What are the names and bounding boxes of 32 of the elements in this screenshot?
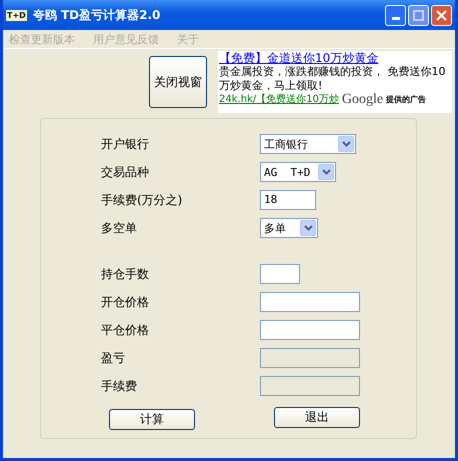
action-button[interactable]: 退出 bbox=[274, 407, 360, 428]
close-icon bbox=[436, 10, 447, 20]
close-button[interactable] bbox=[431, 4, 452, 26]
field-label: 开仓价格 bbox=[101, 294, 150, 310]
input-field[interactable]: 18 bbox=[260, 190, 316, 210]
field-label: 开户银行 bbox=[101, 136, 150, 152]
ad-link[interactable]: 【免费】金道送你10万炒黄金 bbox=[219, 51, 451, 65]
google-logo: Google bbox=[342, 93, 384, 107]
close-view-button[interactable]: 关闭视窗 bbox=[149, 56, 207, 108]
dropdown[interactable]: 多单 bbox=[260, 218, 318, 238]
field-label: 交易品种 bbox=[101, 164, 150, 180]
minimize-button[interactable] bbox=[385, 4, 406, 26]
field-label: 多空单 bbox=[101, 220, 138, 236]
ad-note: 提供的广告 bbox=[386, 94, 426, 106]
field-label: 持仓手数 bbox=[101, 266, 150, 282]
app-icon: T+D bbox=[6, 10, 27, 20]
ad-text: 贵金属投资，涨跌都赚钱的投资， 免费送你10万炒黄金，马上领取! bbox=[219, 65, 446, 93]
maximize-button[interactable] bbox=[408, 4, 429, 26]
maximize-icon bbox=[413, 10, 424, 20]
ad-url-link[interactable]: 24k.hk/【免费送你10万炒 bbox=[219, 93, 339, 107]
input-field[interactable] bbox=[260, 320, 360, 340]
input-field[interactable] bbox=[260, 292, 360, 312]
field-label: 手续费(万分之) bbox=[101, 192, 184, 208]
dropdown[interactable]: AG T+D bbox=[260, 162, 336, 182]
minimize-icon bbox=[392, 16, 400, 20]
dropdown[interactable]: 工商银行 bbox=[260, 134, 356, 154]
action-button[interactable]: 计算 bbox=[109, 409, 195, 430]
field-label: 盈亏 bbox=[101, 350, 126, 366]
input-field[interactable] bbox=[260, 264, 300, 284]
field-label: 手续费 bbox=[101, 378, 138, 394]
field-label: 平仓价格 bbox=[101, 322, 150, 338]
window-title: 夸鸥 TD盈亏计算器2.0 bbox=[32, 6, 162, 24]
